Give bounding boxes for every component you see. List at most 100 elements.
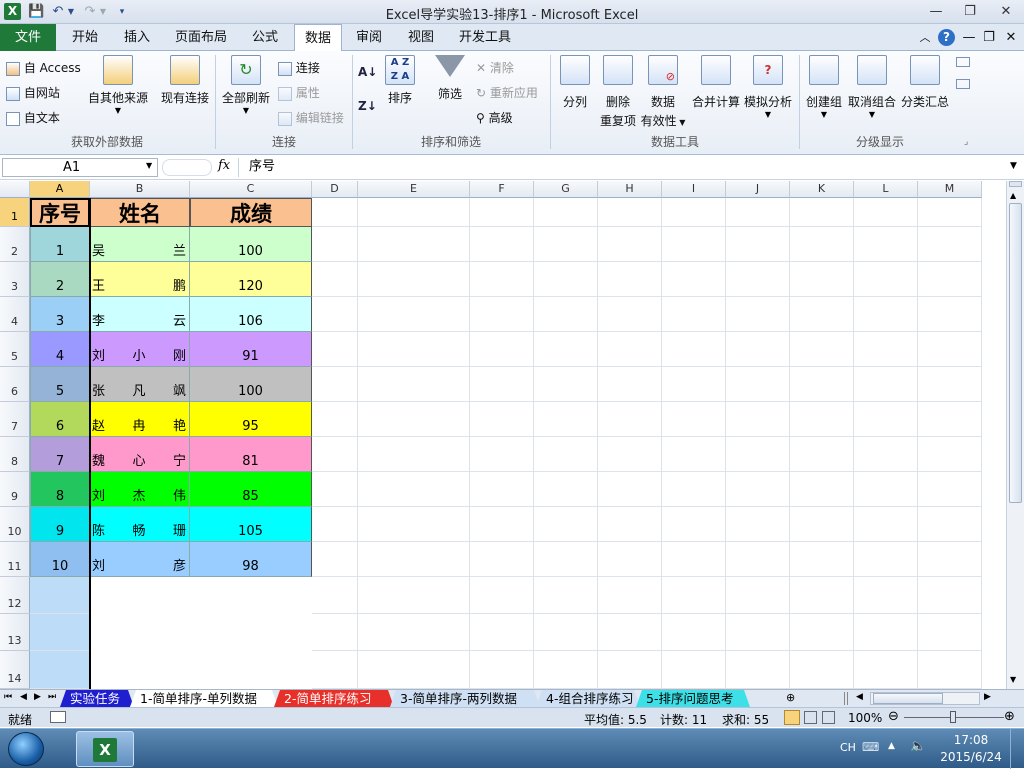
grid-cell[interactable] (726, 472, 790, 507)
sheet-tab-2[interactable]: 1-简单排序-单列数据 (130, 690, 278, 707)
normal-view-icon[interactable] (784, 710, 800, 725)
grid-cell[interactable] (918, 542, 982, 577)
tab-developer[interactable]: 开发工具 (450, 24, 520, 51)
grid-cell[interactable] (918, 297, 982, 332)
grid-cell[interactable] (598, 332, 662, 367)
grid-cell[interactable] (918, 332, 982, 367)
row-header-2[interactable]: 2 (0, 227, 30, 262)
cell-score[interactable]: 85 (190, 472, 312, 507)
column-header-f[interactable]: F (470, 181, 534, 198)
cell-no[interactable]: 5 (30, 367, 90, 402)
grid-cell[interactable] (854, 332, 918, 367)
grid-cell[interactable] (470, 227, 534, 262)
group-button[interactable]: 创建组 ▼ (804, 55, 844, 119)
data-validation-button[interactable]: ⊘ 数据 有效性 ▼ (640, 55, 686, 129)
select-all-corner[interactable] (0, 181, 30, 198)
grid-cell[interactable] (726, 437, 790, 472)
grid-cell[interactable] (918, 651, 982, 689)
cell-name[interactable]: 王鹏 (90, 262, 190, 297)
grid-cell[interactable] (534, 472, 598, 507)
tab-home[interactable]: 开始 (62, 24, 108, 51)
grid-cell[interactable] (662, 577, 726, 614)
cell-score[interactable]: 106 (190, 297, 312, 332)
grid-cell[interactable] (358, 297, 470, 332)
sheet-tab-6[interactable]: 5-排序问题思考 (636, 690, 750, 707)
existing-connections-button[interactable]: 现有连接 (158, 55, 212, 106)
tab-view[interactable]: 视图 (398, 24, 444, 51)
grid-cell[interactable] (598, 402, 662, 437)
column-header-a[interactable]: A (30, 181, 90, 198)
show-desktop-button[interactable] (1010, 729, 1024, 769)
grid-cell[interactable] (312, 402, 358, 437)
cell-a-empty[interactable] (30, 614, 90, 651)
grid-cell[interactable] (790, 332, 854, 367)
grid-cell[interactable] (312, 507, 358, 542)
scroll-right-icon[interactable]: ▶ (984, 692, 991, 702)
filter-button[interactable]: 筛选 (432, 55, 468, 102)
scroll-up-icon[interactable]: ▲ (1010, 191, 1016, 200)
grid-cell[interactable] (598, 437, 662, 472)
formula-bar-resize-handle[interactable] (162, 159, 212, 176)
grid-cell[interactable] (918, 198, 982, 227)
hide-detail-icon[interactable] (956, 79, 970, 89)
grid-cell[interactable] (790, 614, 854, 651)
grid-cell[interactable] (312, 577, 358, 614)
grid-cell[interactable] (790, 198, 854, 227)
grid-cell[interactable] (470, 332, 534, 367)
from-access-button[interactable]: 自 Access (6, 59, 81, 76)
worksheet-grid[interactable]: A B C D E F G H I J K L M 1 2 3 4 5 6 7 8 9 10 11 12 13 14 序号 姓名 成绩 1 吴… (0, 181, 1006, 689)
grid-cell[interactable] (312, 472, 358, 507)
grid-cell[interactable] (918, 227, 982, 262)
prev-sheet-icon[interactable]: ◀ (20, 692, 27, 702)
advanced-filter-button[interactable]: ⚲ 高级 (476, 109, 513, 126)
grid-cell[interactable] (534, 262, 598, 297)
tray-expand-icon[interactable]: ▲ (888, 741, 895, 751)
grid-cell[interactable] (662, 297, 726, 332)
grid-cell[interactable] (358, 437, 470, 472)
grid-cell[interactable] (854, 507, 918, 542)
grid-cell[interactable] (470, 542, 534, 577)
tab-split-handle[interactable] (844, 692, 848, 705)
sheet-tab-3[interactable]: 2-简单排序练习 (274, 690, 394, 707)
grid-cell[interactable] (598, 367, 662, 402)
grid-cell[interactable] (470, 614, 534, 651)
macro-record-icon[interactable] (50, 711, 66, 723)
grid-cell[interactable] (598, 198, 662, 227)
grid-cell[interactable] (534, 542, 598, 577)
grid-cell[interactable] (534, 651, 598, 689)
row-header-5[interactable]: 5 (0, 332, 30, 367)
restore-button[interactable]: ❐ (956, 2, 984, 22)
cell-name[interactable]: 刘杰伟 (90, 472, 190, 507)
grid-cell[interactable] (726, 402, 790, 437)
grid-cell[interactable] (662, 507, 726, 542)
grid-cell[interactable] (662, 651, 726, 689)
formula-input[interactable]: 序号 (238, 158, 1010, 177)
grid-cell[interactable] (598, 297, 662, 332)
grid-cell[interactable] (470, 262, 534, 297)
grid-cell[interactable] (918, 472, 982, 507)
grid-cell[interactable] (358, 472, 470, 507)
what-if-analysis-button[interactable]: ? 模拟分析 ▼ (742, 55, 794, 119)
grid-cell[interactable] (726, 227, 790, 262)
grid-cell[interactable] (534, 227, 598, 262)
subtotal-button[interactable]: 分类汇总 (900, 55, 950, 110)
chevron-down-icon[interactable]: ▼ (146, 161, 152, 170)
grid-cell[interactable] (854, 651, 918, 689)
grid-cell[interactable] (598, 472, 662, 507)
sort-ascending-icon[interactable]: A↓ (358, 65, 377, 79)
grid-cell[interactable] (662, 472, 726, 507)
grid-cell[interactable] (470, 297, 534, 332)
cell-no[interactable]: 1 (30, 227, 90, 262)
grid-cell[interactable] (470, 577, 534, 614)
properties-button[interactable]: 属性 (278, 84, 320, 101)
grid-cell[interactable] (534, 332, 598, 367)
grid-cell[interactable] (598, 651, 662, 689)
grid-cell[interactable] (726, 542, 790, 577)
grid-cell[interactable] (598, 227, 662, 262)
grid-cell[interactable] (534, 614, 598, 651)
grid-cell[interactable] (358, 577, 470, 614)
cell-score[interactable]: 95 (190, 402, 312, 437)
grid-cell[interactable] (470, 507, 534, 542)
volume-icon[interactable]: 🔈 (910, 739, 926, 754)
tab-review[interactable]: 审阅 (346, 24, 392, 51)
